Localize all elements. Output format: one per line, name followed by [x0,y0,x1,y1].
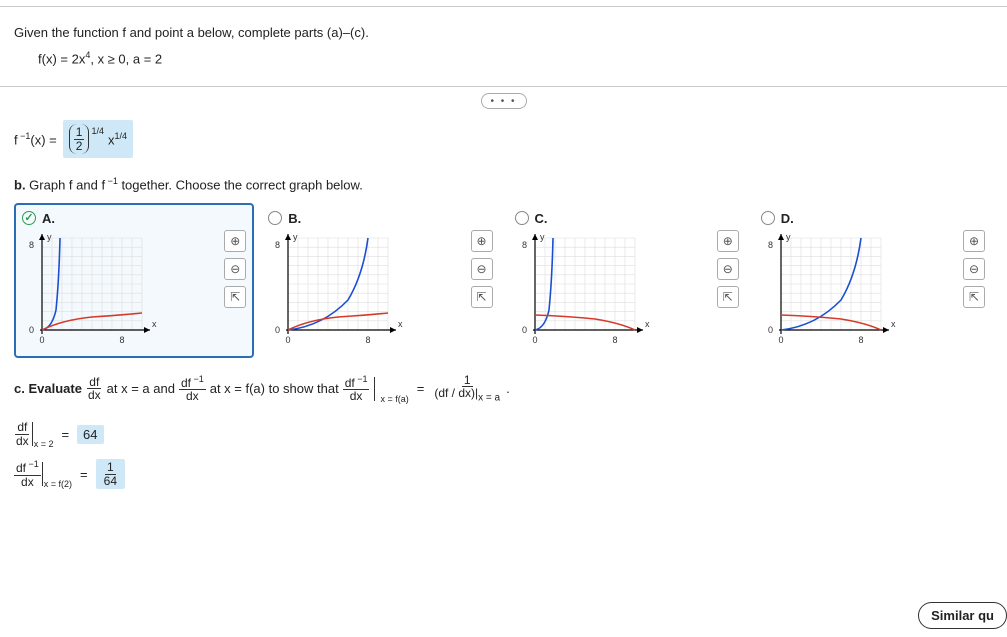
problem-intro: Given the function f and point a below, … [14,25,993,40]
svg-text:0: 0 [532,335,537,345]
similar-question-button[interactable]: Similar qu [918,602,1007,629]
part-c-text: c. Evaluate df dx at x = a and df −1 dx … [14,374,993,404]
svg-text:y: y [47,232,52,242]
svg-text:x: x [398,319,403,329]
svg-text:x: x [645,319,650,329]
svg-text:8: 8 [612,335,617,345]
inverse-lhs: f −1(x) = [14,131,57,147]
svg-text:0: 0 [275,325,280,335]
option-label: D. [781,211,794,226]
open-icon[interactable]: ⇱ [717,286,739,308]
function-definition: f(x) = 2x4, x ≥ 0, a = 2 [38,50,993,66]
svg-text:8: 8 [521,240,526,250]
option-label: C. [535,211,548,226]
inverse-answer: 1 2 1/4 x1/4 [63,120,133,158]
zoom-in-icon[interactable]: ⊕ [471,230,493,252]
svg-text:8: 8 [119,335,124,345]
eval-df-at-a: df dx x = 2 = 64 [14,418,993,450]
expand-button[interactable]: • • • [481,93,527,109]
graph-options: A.yx8008⊕⊖⇱B.yx8008⊕⊖⇱C.yx8008⊕⊖⇱D.yx800… [14,203,993,358]
svg-text:y: y [786,232,791,242]
part-b-text: b. Graph f and f −1 together. Choose the… [14,176,993,192]
zoom-in-icon[interactable]: ⊕ [224,230,246,252]
svg-text:x: x [891,319,896,329]
svg-text:0: 0 [778,335,783,345]
svg-text:8: 8 [29,240,34,250]
graph-option[interactable]: A. y x 8 00 8 ⊕ ⊖ ⇱ [14,203,254,358]
graph-option[interactable]: B. y x 8 00 8 ⊕ ⊖ ⇱ [260,203,500,358]
graph-option[interactable]: C. y x 8 00 8 ⊕ ⊖ ⇱ [507,203,747,358]
svg-text:0: 0 [286,335,291,345]
zoom-out-icon[interactable]: ⊖ [471,258,493,280]
svg-text:8: 8 [366,335,371,345]
radio-icon[interactable] [268,211,282,225]
option-label: A. [42,211,55,226]
graph-option[interactable]: D. y x 8 00 8 ⊕ ⊖ ⇱ [753,203,993,358]
option-label: B. [288,211,301,226]
svg-text:0: 0 [768,325,773,335]
svg-text:8: 8 [768,240,773,250]
open-icon[interactable]: ⇱ [471,286,493,308]
eval-dfinv-at-fa: df −1 dx x = f(2) = 1 64 [14,458,993,490]
radio-checked-icon[interactable] [22,211,36,225]
answer-df: 64 [77,425,103,444]
svg-text:0: 0 [29,325,34,335]
zoom-out-icon[interactable]: ⊖ [224,258,246,280]
svg-text:y: y [540,232,545,242]
radio-icon[interactable] [761,211,775,225]
svg-text:x: x [152,319,157,329]
svg-text:0: 0 [521,325,526,335]
open-icon[interactable]: ⇱ [224,286,246,308]
answer-dfinv: 1 64 [96,459,125,489]
zoom-in-icon[interactable]: ⊕ [963,230,985,252]
svg-text:y: y [293,232,298,242]
zoom-out-icon[interactable]: ⊖ [717,258,739,280]
svg-text:8: 8 [858,335,863,345]
open-icon[interactable]: ⇱ [963,286,985,308]
zoom-in-icon[interactable]: ⊕ [717,230,739,252]
svg-text:0: 0 [39,335,44,345]
svg-text:8: 8 [275,240,280,250]
inverse-expression: f −1(x) = 1 2 1/4 x1/4 [14,120,993,158]
zoom-out-icon[interactable]: ⊖ [963,258,985,280]
radio-icon[interactable] [515,211,529,225]
